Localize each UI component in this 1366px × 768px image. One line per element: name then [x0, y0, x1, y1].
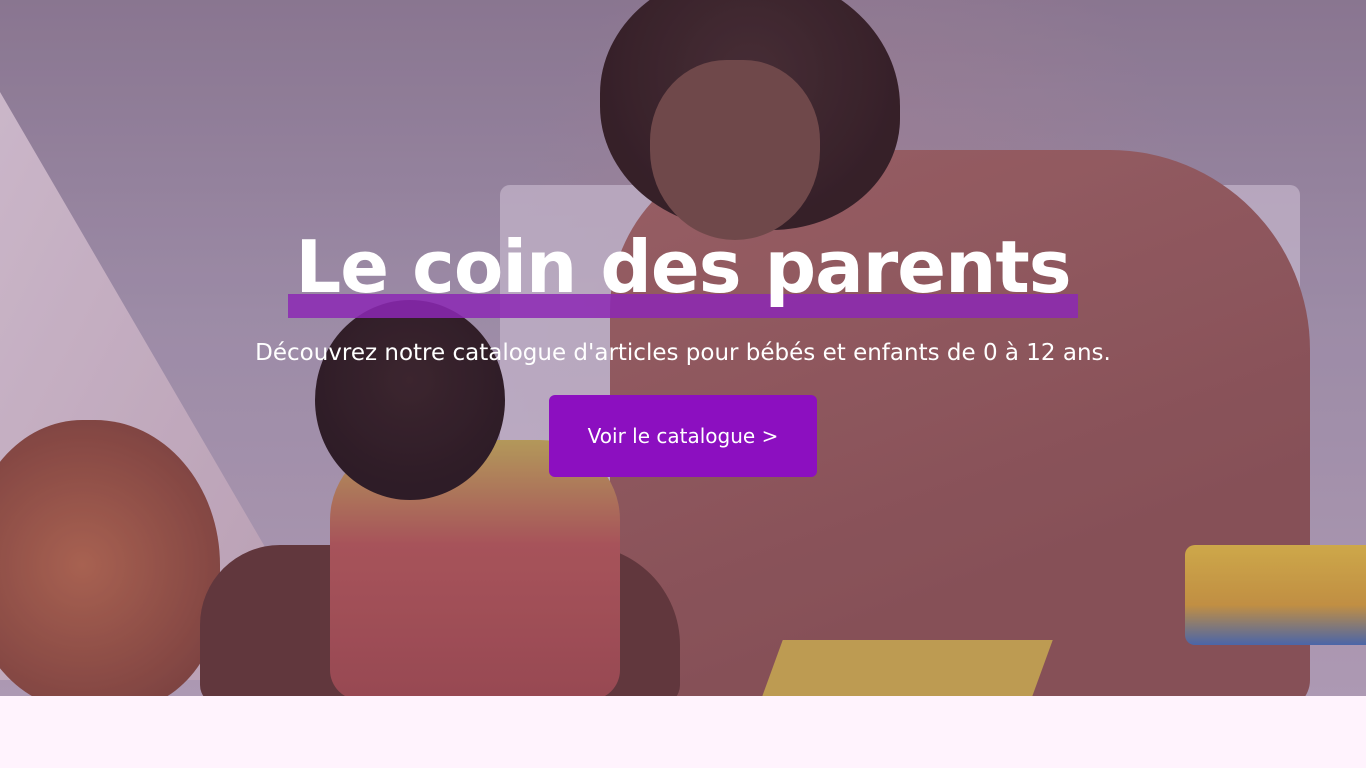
hero-title-wrap: Le coin des parents	[288, 222, 1078, 322]
hero-content: Le coin des parents Découvrez notre cata…	[0, 0, 1366, 696]
page-below-hero	[0, 696, 1366, 768]
view-catalog-button[interactable]: Voir le catalogue >	[549, 395, 817, 477]
hero-section: Le coin des parents Découvrez notre cata…	[0, 0, 1366, 696]
hero-subtitle: Découvrez notre catalogue d'articles pou…	[255, 340, 1111, 366]
hero-title: Le coin des parents	[295, 225, 1071, 309]
